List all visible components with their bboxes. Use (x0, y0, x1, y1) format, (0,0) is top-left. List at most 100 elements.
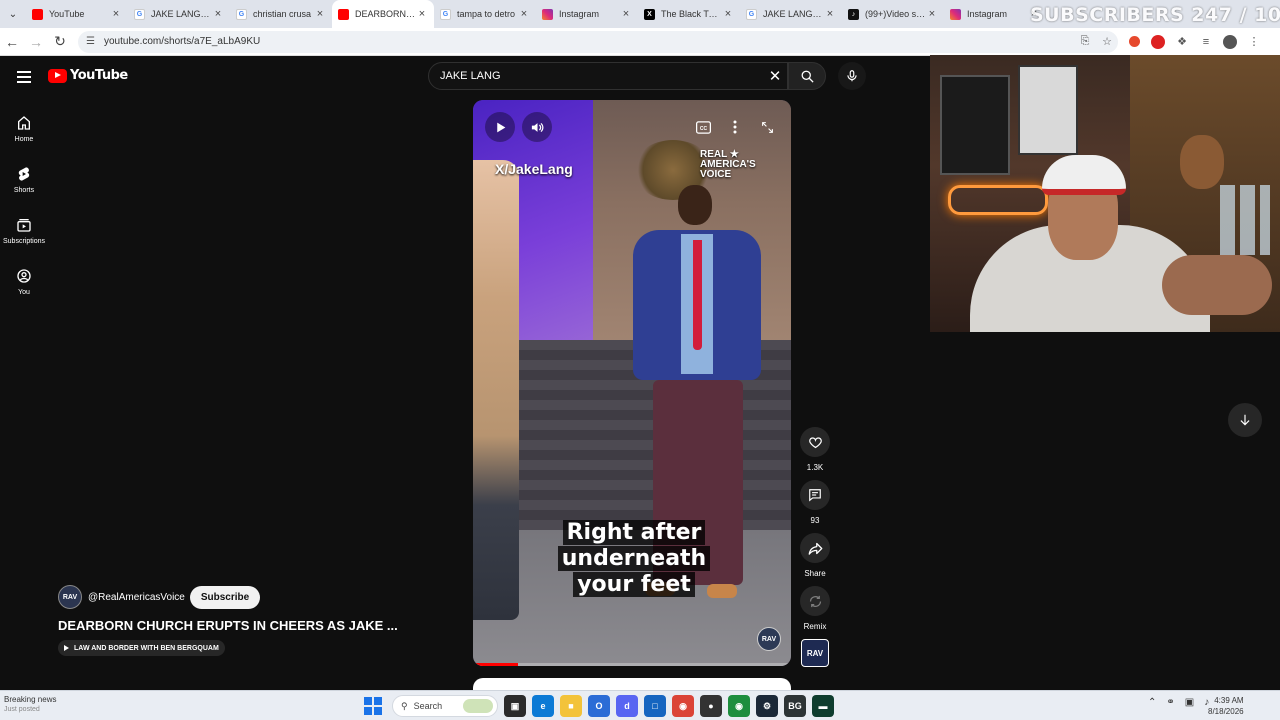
g-favicon-icon: G (440, 8, 451, 20)
browser-tab[interactable]: Gtampa to detro × (434, 0, 536, 28)
play-button[interactable] (485, 112, 515, 142)
media-controls-icon[interactable]: ≡ (1196, 32, 1216, 52)
close-tab-icon[interactable]: × (824, 8, 836, 20)
extension-record-icon[interactable] (1148, 32, 1168, 52)
forward-icon[interactable]: → (24, 30, 48, 54)
microphone-icon (847, 70, 857, 82)
browser-tab[interactable]: YouTube × (26, 0, 128, 28)
you-icon (17, 268, 31, 283)
browser-tab[interactable]: X The Black Tuck × (638, 0, 740, 28)
browser-tab[interactable]: G JAKE LANG GE × (740, 0, 842, 28)
next-short-button[interactable] (1228, 403, 1262, 437)
close-tab-icon[interactable]: × (926, 8, 938, 20)
install-app-icon[interactable]: ⎘ (1074, 35, 1096, 48)
subscriber-goal-overlay: SUBSCRIBERS 247 / 1000 (1030, 4, 1280, 26)
comments-button[interactable]: 93 (799, 480, 831, 525)
youtube-logo[interactable]: YouTube (48, 68, 128, 83)
news-widget[interactable]: Breaking news Just posted (4, 695, 56, 715)
browser-tab-title: Instagram (559, 9, 600, 19)
close-tab-icon[interactable]: × (212, 8, 224, 20)
like-button[interactable]: 1.3K (799, 427, 831, 472)
system-tray: ⌃ ⚭ ▣ ♪ (1148, 697, 1209, 708)
webcam-neon-sign (948, 185, 1048, 215)
extension-brave-icon[interactable] (1124, 32, 1144, 52)
subscribe-button[interactable]: Subscribe (189, 585, 261, 609)
profile-avatar-icon[interactable] (1220, 32, 1240, 52)
store-icon[interactable]: □ (644, 695, 666, 717)
browser-tab[interactable]: Gchristian crusa × (230, 0, 332, 28)
video-brand-logo: REAL ★ AMERICA'S VOICE (700, 149, 756, 180)
extensions-puzzle-icon[interactable]: ❖ (1172, 32, 1192, 52)
microphone-tray-icon[interactable]: ⚭ (1166, 697, 1174, 708)
fullscreen-button[interactable] (755, 116, 779, 138)
close-tab-icon[interactable]: × (416, 8, 428, 20)
close-tab-icon[interactable]: × (620, 8, 632, 20)
system-clock[interactable]: 4:39 AM 8/18/2026 (1208, 695, 1244, 717)
shorts-video-player[interactable]: CC X/JakeLang REAL ★ AMERICA'S VOICE Rig… (473, 100, 791, 666)
file-explorer-icon[interactable]: ■ (560, 695, 582, 717)
bg-app-icon[interactable]: BG (784, 695, 806, 717)
g-favicon-icon: G (746, 8, 757, 20)
browser-tab[interactable]: Instagram × (536, 0, 638, 28)
outlook-icon[interactable]: O (588, 695, 610, 717)
browser-tab-title: JAKE LANG GE (763, 9, 824, 19)
guide-item-shorts[interactable]: Shorts (0, 154, 48, 205)
share-button[interactable]: Share (799, 533, 831, 578)
voice-search-button[interactable] (838, 62, 866, 90)
video-frame-man-tie (693, 240, 702, 350)
chrome-profile-icon[interactable]: ◉ (728, 695, 750, 717)
close-tab-icon[interactable]: × (314, 8, 326, 20)
tray-overflow-icon[interactable]: ⌃ (1148, 697, 1156, 708)
taskbar-search[interactable]: ⚲ Search (392, 695, 498, 717)
browser-tab[interactable]: ♪ (99+)Video sho × (842, 0, 944, 28)
windows-taskbar: Breaking news Just posted ⚲ Search ▣ e ■… (0, 690, 1280, 720)
close-tab-icon[interactable]: × (110, 8, 122, 20)
comment-count: 93 (810, 516, 820, 525)
guide-item-you[interactable]: You (0, 256, 48, 307)
captions-button[interactable]: CC (691, 116, 715, 138)
short-title[interactable]: DEARBORN CHURCH ERUPTS IN CHEERS AS JAKE… (58, 618, 398, 633)
search-box: ✕ (428, 62, 788, 90)
volume-button[interactable] (522, 112, 552, 142)
guide-menu-icon[interactable] (14, 67, 34, 87)
search-icon (801, 70, 814, 83)
windows-start-icon[interactable] (364, 697, 382, 715)
guide-label: Subscriptions (2, 237, 46, 245)
guide-item-subscriptions[interactable]: Subscriptions (0, 205, 48, 256)
guide-sidebar: Home Shorts Subscriptions You (0, 103, 48, 307)
tab-search-chevron-icon[interactable]: ⌄ (0, 0, 26, 28)
reload-icon[interactable]: ↻ (48, 30, 72, 54)
address-bar[interactable]: ☰ youtube.com/shorts/a7E_aLbA9KU ⎘ ☆ (78, 30, 1118, 53)
clock-time: 4:39 AM (1214, 696, 1244, 705)
back-icon[interactable]: ← (0, 30, 24, 54)
channel-avatar[interactable]: RAV (58, 585, 82, 609)
browser-menu-icon[interactable]: ⋮ (1244, 32, 1264, 52)
channel-handle[interactable]: @RealAmericasVoice (88, 592, 185, 603)
task-view-icon[interactable]: ▣ (504, 695, 526, 717)
browser-tab[interactable]: DEARBORN CH × (332, 0, 434, 28)
audio-source-avatar[interactable]: RAV (801, 639, 829, 667)
edge-browser-icon[interactable]: e (532, 695, 554, 717)
close-tab-icon[interactable]: × (722, 8, 734, 20)
guide-item-home[interactable]: Home (0, 103, 48, 154)
url-text[interactable]: youtube.com/shorts/a7E_aLbA9KU (104, 36, 1074, 47)
browser-tab[interactable]: G JAKE LANG - G × (128, 0, 230, 28)
shorts-icon (18, 166, 30, 181)
site-info-icon[interactable]: ☰ (86, 36, 98, 48)
search-button[interactable] (788, 62, 826, 90)
close-tab-icon[interactable]: × (518, 8, 530, 20)
obs-icon[interactable]: ● (700, 695, 722, 717)
discord-icon[interactable]: d (616, 695, 638, 717)
more-vert-icon (733, 120, 737, 134)
terminal-app-icon[interactable]: ▬ (812, 695, 834, 717)
playlist-chip[interactable]: LAW AND BORDER WITH BEN BERGQUAM (58, 640, 225, 656)
video-progress-bar[interactable] (473, 663, 791, 666)
chrome-icon[interactable]: ◉ (672, 695, 694, 717)
search-input[interactable] (440, 70, 763, 82)
more-options-button[interactable] (723, 116, 747, 138)
bookmark-star-icon[interactable]: ☆ (1096, 35, 1118, 48)
clear-search-icon[interactable]: ✕ (763, 67, 787, 85)
remix-button[interactable]: Remix (799, 586, 831, 631)
steam-icon[interactable]: ⚙ (756, 695, 778, 717)
network-icon[interactable]: ▣ (1185, 697, 1194, 708)
